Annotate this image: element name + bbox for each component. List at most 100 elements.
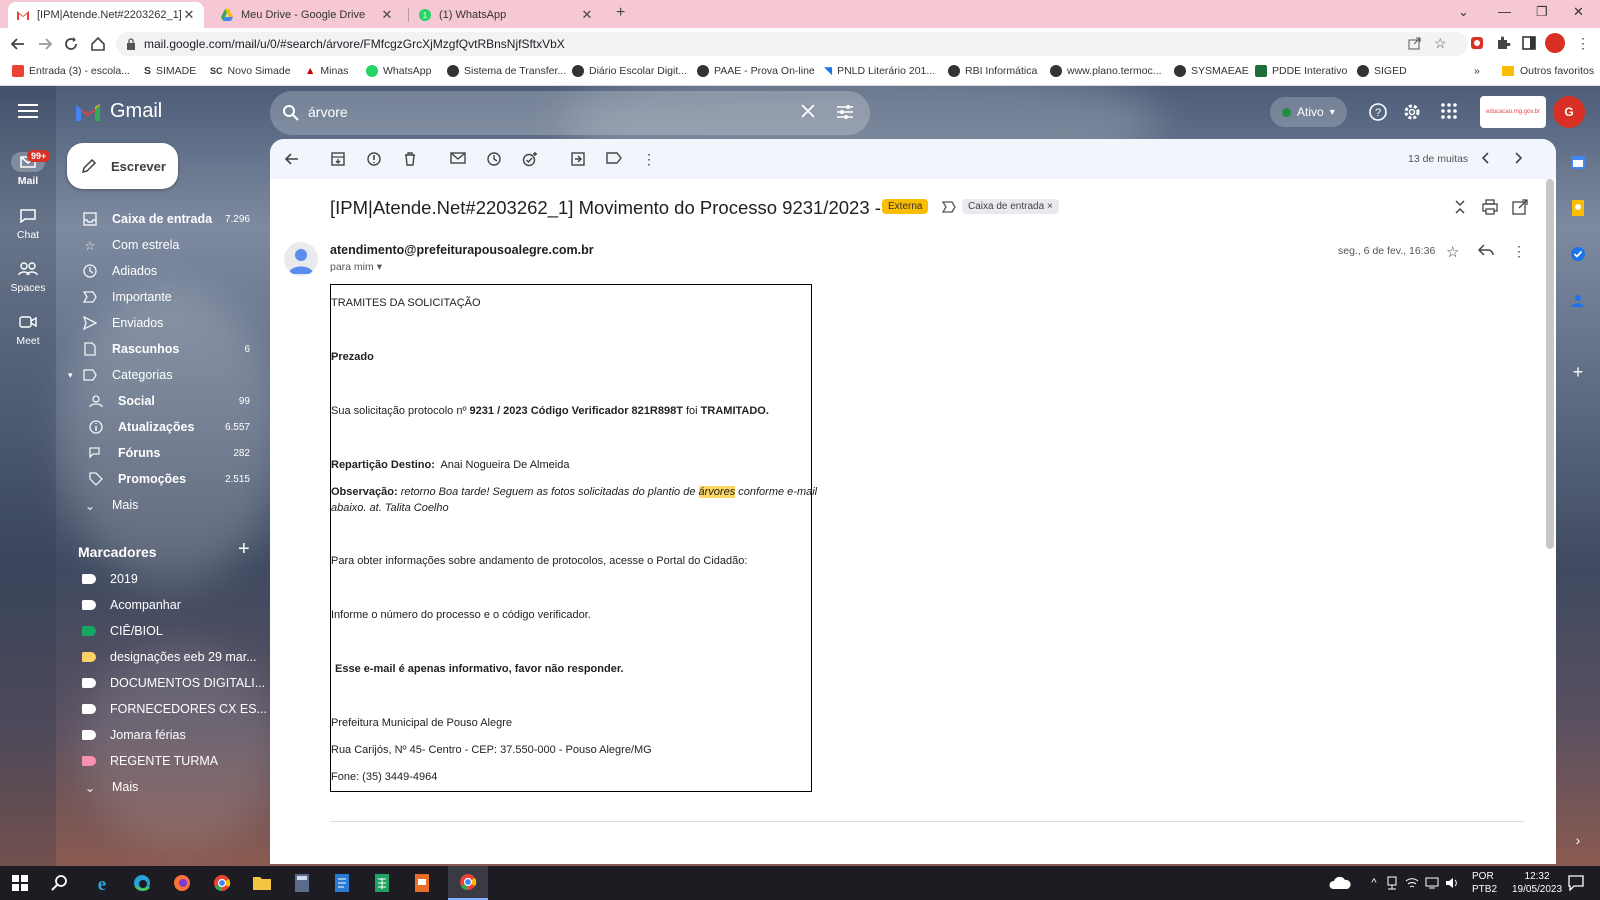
- tab-search-icon[interactable]: ⌄: [1458, 4, 1469, 20]
- nav-starred[interactable]: ☆ Com estrela: [56, 232, 266, 258]
- nav-categories[interactable]: ▾ Categorias: [56, 362, 266, 388]
- newer-icon[interactable]: [1480, 151, 1492, 165]
- forward-icon[interactable]: [36, 35, 54, 53]
- extension-red-icon[interactable]: [1469, 35, 1485, 51]
- back-icon[interactable]: [9, 35, 27, 53]
- bookmark-item[interactable]: RBI Informática: [948, 65, 1037, 77]
- important-marker-icon[interactable]: [942, 201, 956, 213]
- inbox-label-chip[interactable]: Caixa de entrada ×: [962, 199, 1059, 214]
- tray-overflow-icon[interactable]: ^: [1366, 871, 1382, 895]
- labels-icon[interactable]: [606, 151, 622, 165]
- search-icon[interactable]: [282, 104, 300, 122]
- label-item[interactable]: CIÊ/BIOL: [56, 618, 266, 644]
- chrome-active-app-icon[interactable]: [448, 866, 488, 900]
- system-clock[interactable]: 12:32 19/05/2023: [1512, 870, 1562, 896]
- labels-more[interactable]: ⌄ Mais: [56, 774, 266, 800]
- account-avatar[interactable]: G: [1553, 96, 1585, 128]
- close-tab-icon[interactable]: ✕: [380, 7, 394, 23]
- side-panel-icon[interactable]: [1521, 35, 1537, 51]
- windows-start-icon[interactable]: [8, 871, 32, 895]
- nav-drafts[interactable]: Rascunhos 6: [56, 336, 266, 362]
- restore-icon[interactable]: ❐: [1536, 4, 1548, 20]
- close-window-icon[interactable]: ✕: [1573, 4, 1584, 20]
- other-bookmarks[interactable]: Outros favoritos: [1502, 65, 1594, 77]
- bookmark-item[interactable]: www.plano.termoc...: [1050, 65, 1162, 77]
- main-menu-icon[interactable]: [18, 103, 38, 119]
- contacts-icon[interactable]: [1568, 290, 1588, 310]
- close-tab-icon[interactable]: ✕: [580, 7, 594, 23]
- bookmark-item[interactable]: ◥ PNLD Literário 201...: [824, 65, 935, 77]
- network-icon[interactable]: [1384, 871, 1400, 895]
- open-new-window-icon[interactable]: [1512, 199, 1528, 215]
- internet-explorer-icon[interactable]: e: [90, 871, 114, 895]
- new-tab-icon[interactable]: +: [616, 4, 625, 22]
- browser-menu-icon[interactable]: ⋮: [1575, 35, 1591, 51]
- back-to-list-icon[interactable]: [284, 151, 300, 167]
- tab-whatsapp[interactable]: 1 (1) WhatsApp ✕: [410, 2, 602, 28]
- snooze-icon[interactable]: [486, 151, 502, 167]
- settings-gear-icon[interactable]: [1402, 102, 1422, 122]
- tab-gmail[interactable]: [IPM|Atende.Net#2203262_1] Mo ✕: [8, 2, 204, 28]
- display-icon[interactable]: [1424, 871, 1440, 895]
- bookmark-item[interactable]: SIGED: [1357, 65, 1407, 77]
- help-icon[interactable]: ?: [1368, 102, 1388, 122]
- message-more-icon[interactable]: ⋮: [1512, 243, 1526, 260]
- pane-scrollbar[interactable]: [1546, 179, 1554, 549]
- nav-inbox[interactable]: Caixa de entrada 7.296: [56, 206, 266, 232]
- remove-label-icon[interactable]: ×: [1047, 201, 1053, 212]
- extensions-puzzle-icon[interactable]: [1495, 35, 1511, 51]
- star-icon[interactable]: ☆: [1446, 243, 1459, 261]
- bookmark-item[interactable]: SC Novo Simade: [210, 65, 291, 77]
- tasks-icon[interactable]: [1568, 244, 1588, 264]
- input-language[interactable]: POR PTB2: [1472, 870, 1497, 896]
- bookmark-item[interactable]: PAAE - Prova On-line: [697, 65, 815, 77]
- nav-promotions[interactable]: Promoções 2.515: [56, 466, 266, 492]
- reload-icon[interactable]: [62, 35, 80, 53]
- tab-drive[interactable]: Meu Drive - Google Drive ✕: [212, 2, 402, 28]
- search-options-icon[interactable]: [836, 104, 854, 120]
- search-input[interactable]: [308, 104, 708, 120]
- bookmark-item[interactable]: Diário Escolar Digit...: [572, 65, 687, 77]
- add-task-icon[interactable]: [522, 151, 538, 167]
- nav-more[interactable]: ⌄ Mais: [56, 492, 266, 518]
- bookmark-item[interactable]: ▲ Minas: [305, 65, 348, 77]
- report-spam-icon[interactable]: [366, 151, 382, 167]
- calendar-icon[interactable]: [1568, 152, 1588, 172]
- bookmark-item[interactable]: PDDE Interativo: [1255, 65, 1347, 77]
- move-to-icon[interactable]: [570, 151, 586, 167]
- minimize-icon[interactable]: —: [1498, 4, 1511, 19]
- bookmark-star-icon[interactable]: ☆: [1434, 35, 1447, 52]
- compose-button[interactable]: Escrever: [67, 143, 178, 189]
- windows-search-icon[interactable]: [48, 871, 72, 895]
- label-item[interactable]: REGENTE TURMA: [56, 748, 266, 774]
- bookmark-item[interactable]: S SIMADE: [144, 65, 196, 77]
- home-icon[interactable]: [89, 35, 107, 53]
- file-explorer-icon[interactable]: [250, 871, 274, 895]
- nav-sent[interactable]: Enviados: [56, 310, 266, 336]
- older-icon[interactable]: [1512, 151, 1524, 165]
- label-item[interactable]: 2019: [56, 566, 266, 592]
- collapse-all-icon[interactable]: [1453, 199, 1467, 215]
- delete-icon[interactable]: [402, 151, 418, 167]
- add-label-icon[interactable]: +: [238, 538, 250, 561]
- wifi-icon[interactable]: [1404, 871, 1420, 895]
- label-item[interactable]: Acompanhar: [56, 592, 266, 618]
- keep-icon[interactable]: [1568, 198, 1588, 218]
- nav-forums[interactable]: Fóruns 282: [56, 440, 266, 466]
- url-bar[interactable]: mail.google.com/mail/u/0/#search/árvore/…: [116, 32, 1468, 56]
- recipients-toggle[interactable]: para mim ▾: [330, 261, 382, 273]
- nav-important[interactable]: Importante: [56, 284, 266, 310]
- volume-icon[interactable]: [1444, 871, 1460, 895]
- account-org-logo[interactable]: educacao.mg.gov.br: [1480, 96, 1546, 128]
- status-toggle[interactable]: Ativo ▾: [1270, 97, 1347, 127]
- nav-snoozed[interactable]: Adiados: [56, 258, 266, 284]
- rail-meet[interactable]: Meet: [0, 312, 56, 347]
- bookmark-item[interactable]: Entrada (3) - escola...: [12, 65, 130, 77]
- bookmark-item[interactable]: SYSMAEAE: [1174, 65, 1249, 77]
- mark-unread-icon[interactable]: [450, 151, 466, 165]
- gmail-logo[interactable]: Gmail: [74, 100, 162, 123]
- archive-icon[interactable]: [330, 151, 346, 167]
- nav-social[interactable]: Social 99: [56, 388, 266, 414]
- rail-chat[interactable]: Chat: [0, 206, 56, 241]
- onedrive-icon[interactable]: [1328, 871, 1352, 895]
